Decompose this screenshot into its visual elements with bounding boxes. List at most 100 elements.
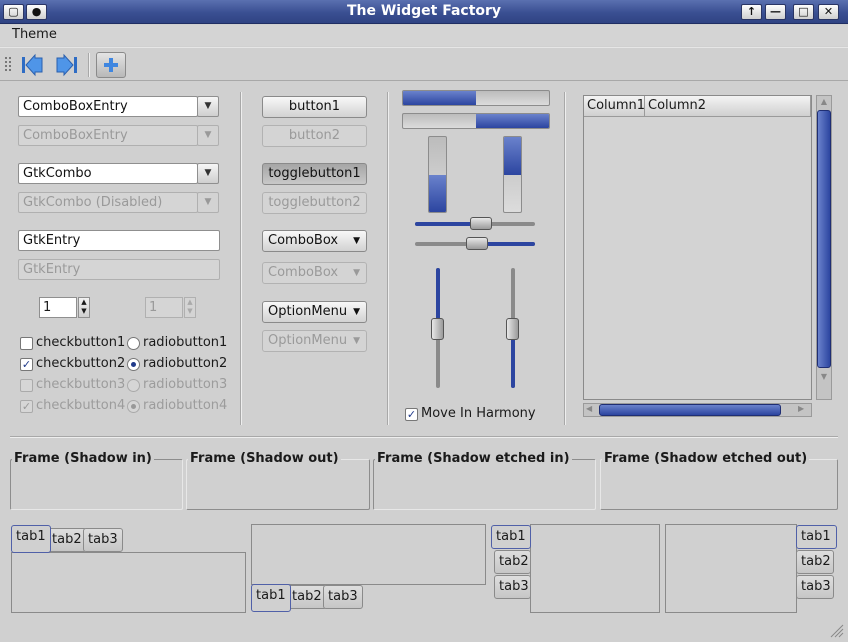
combo-box-entry[interactable]: ComboBoxEntry <box>18 96 198 117</box>
combo-box-entry-disabled-dropdown-icon: ▼ <box>197 125 219 146</box>
optionmenu-disabled: OptionMenu ▼ <box>262 330 367 352</box>
notebook-right-tab1[interactable]: tab1 <box>796 525 837 549</box>
toolbar-separator <box>88 53 90 77</box>
checkbutton2-label[interactable]: checkbutton2 <box>36 356 125 371</box>
notebook-right-page <box>665 524 797 613</box>
horizontal-separator <box>10 436 838 438</box>
toolbar-grip[interactable] <box>5 57 11 71</box>
tree-vscrollbar[interactable]: ▲ ▼ <box>816 95 832 400</box>
frame-shadow-out-label: Frame (Shadow out) <box>188 451 341 466</box>
checkbutton1-box[interactable] <box>20 337 33 350</box>
vscroll-thumb[interactable] <box>817 110 831 368</box>
scroll-left-icon[interactable]: ◀ <box>586 404 592 413</box>
spin-arrows-icon[interactable]: ▲ ▼ <box>78 297 90 318</box>
notebook-right-tab2[interactable]: tab2 <box>796 550 834 574</box>
scroll-up-icon[interactable]: ▲ <box>818 97 830 109</box>
vprogress-bottom-fill <box>429 174 446 212</box>
frame-shadow-out <box>186 459 370 510</box>
hscale1-fill <box>415 222 475 226</box>
resize-grip-icon[interactable] <box>828 622 844 638</box>
radiobutton2-circle[interactable] <box>127 358 140 371</box>
scroll-down-icon[interactable]: ▼ <box>818 372 830 384</box>
checkbutton4-label: checkbutton4 <box>36 398 126 413</box>
gtk-combo-dropdown-icon[interactable]: ▼ <box>197 163 219 184</box>
checkbutton1-label[interactable]: checkbutton1 <box>36 335 125 350</box>
tree-view[interactable]: Column1 Column2 <box>583 95 812 400</box>
minimize-icon[interactable]: — <box>765 4 786 20</box>
togglebutton1[interactable]: togglebutton1 <box>262 163 367 185</box>
notebook-top-tab3[interactable]: tab3 <box>83 528 123 552</box>
button1[interactable]: button1 <box>262 96 367 118</box>
radiobutton1-label[interactable]: radiobutton1 <box>143 335 227 350</box>
vscale2-knob[interactable] <box>506 318 519 340</box>
notebook-left-tab3[interactable]: tab3 <box>494 575 531 599</box>
frame-shadow-in-label: Frame (Shadow in) <box>12 451 154 466</box>
hscale2-knob[interactable] <box>466 237 488 250</box>
radiobutton3-circle <box>127 379 140 392</box>
add-icon[interactable] <box>96 52 126 78</box>
notebook-bottom-tab3[interactable]: tab3 <box>323 585 363 609</box>
go-first-icon[interactable] <box>18 52 48 78</box>
combobox-disabled-label: ComboBox <box>268 265 339 280</box>
close-icon[interactable]: ✕ <box>818 4 839 20</box>
notebook-left-page <box>530 524 660 613</box>
go-last-icon[interactable] <box>51 52 81 78</box>
window-menu-icon[interactable]: ▢ <box>3 4 24 20</box>
tree-hscrollbar[interactable]: ◀ ▶ <box>583 403 812 417</box>
notebook-top-page <box>11 552 246 613</box>
above-icon[interactable]: ↑ <box>741 4 762 20</box>
frame-shadow-in <box>10 459 183 510</box>
spin-button-disabled: 1 <box>145 297 183 318</box>
hscroll-thumb[interactable] <box>599 404 781 416</box>
checkbutton3-label: checkbutton3 <box>36 377 126 392</box>
toolbar <box>0 47 848 81</box>
notebook-bottom-page <box>251 524 486 585</box>
column-separator-1 <box>240 92 242 425</box>
radiobutton4-label: radiobutton4 <box>143 398 228 413</box>
radiobutton2-label[interactable]: radiobutton2 <box>143 356 227 371</box>
hscale1-knob[interactable] <box>470 217 492 230</box>
optionmenu[interactable]: OptionMenu ▼ <box>262 301 367 323</box>
checkbutton3-box <box>20 379 33 392</box>
combobox-label: ComboBox <box>268 233 339 248</box>
checkbutton2-box[interactable]: ✓ <box>20 358 33 371</box>
gtk-entry-disabled: GtkEntry <box>18 259 220 280</box>
gtk-combo[interactable]: GtkCombo <box>18 163 198 184</box>
move-in-harmony-label[interactable]: Move In Harmony <box>421 406 536 421</box>
notebook-top-tab2[interactable]: tab2 <box>47 528 87 552</box>
vscale1-knob[interactable] <box>431 318 444 340</box>
notebook-bottom-tab1[interactable]: tab1 <box>251 584 291 612</box>
combobox[interactable]: ComboBox ▼ <box>262 230 367 252</box>
notebook-left-tab1[interactable]: tab1 <box>491 525 531 549</box>
radiobutton3-label: radiobutton3 <box>143 377 228 392</box>
column-separator-2 <box>387 92 389 425</box>
radiobutton4-circle <box>127 400 140 413</box>
move-in-harmony-box[interactable]: ✓ <box>405 408 418 421</box>
column2-header[interactable]: Column2 <box>645 96 811 117</box>
window-options-icon[interactable]: ● <box>26 4 47 20</box>
combobox-disabled: ComboBox ▼ <box>262 262 367 284</box>
menu-bar: Theme <box>0 25 848 46</box>
notebook-left-tab2[interactable]: tab2 <box>494 550 531 574</box>
gtk-combo-disabled: GtkCombo (Disabled) <box>18 192 198 213</box>
checkbutton4-box: ✓ <box>20 400 33 413</box>
vprogress-top-fill <box>504 137 521 175</box>
frame-shadow-etched-in-label: Frame (Shadow etched in) <box>375 451 572 466</box>
radiobutton1-circle[interactable] <box>127 337 140 350</box>
notebook-top-tab1[interactable]: tab1 <box>11 525 51 553</box>
column1-header[interactable]: Column1 <box>584 96 645 117</box>
title-bar[interactable]: ▢ ● The Widget Factory ↑ — □ ✕ <box>0 0 848 24</box>
hprogress-left <box>402 90 550 106</box>
scroll-right-icon[interactable]: ▶ <box>798 404 804 413</box>
notebook-bottom-tab2[interactable]: tab2 <box>287 585 327 609</box>
menu-item-theme[interactable]: Theme <box>12 27 57 42</box>
optionmenu-disabled-arrow-icon: ▼ <box>353 336 360 346</box>
notebook-right-tab3[interactable]: tab3 <box>796 575 834 599</box>
gtk-combo-disabled-dropdown-icon: ▼ <box>197 192 219 213</box>
combo-box-entry-dropdown-icon[interactable]: ▼ <box>197 96 219 117</box>
maximize-icon[interactable]: □ <box>793 4 814 20</box>
vprogress-bottom <box>428 136 447 213</box>
hprogress-right-fill <box>476 114 549 128</box>
gtk-entry[interactable]: GtkEntry <box>18 230 220 251</box>
spin-button[interactable]: 1 <box>39 297 77 318</box>
